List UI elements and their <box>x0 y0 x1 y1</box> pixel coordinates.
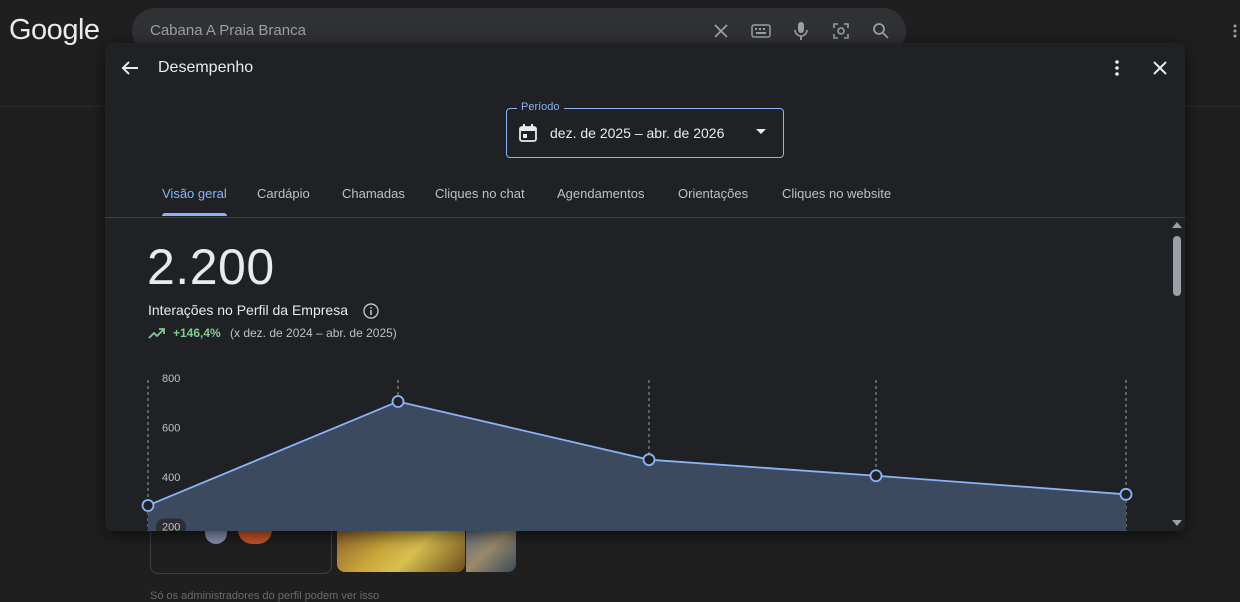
trend-comparison: (x dez. de 2024 – abr. de 2025) <box>230 326 397 340</box>
data-point-4 <box>1119 487 1133 501</box>
dialog-title: Desempenho <box>158 59 254 76</box>
clear-icon[interactable] <box>710 20 732 42</box>
back-button[interactable] <box>119 57 141 79</box>
metric-label: Interações no Perfil da Empresa <box>148 302 348 318</box>
y-tick-label: 800 <box>162 373 180 385</box>
interactions-chart: 800 600 400 200 <box>141 373 1133 532</box>
tab-calls[interactable]: Chamadas <box>342 186 405 201</box>
tab-chat-clicks[interactable]: Cliques no chat <box>435 186 525 201</box>
calendar-icon <box>519 124 537 142</box>
trending-up-icon <box>148 328 165 339</box>
active-tab-indicator <box>162 213 227 216</box>
chart-area <box>148 401 1126 531</box>
close-icon <box>1153 61 1167 75</box>
scrollbar[interactable] <box>1169 218 1185 531</box>
scroll-up-arrow[interactable] <box>1172 222 1182 228</box>
more-options-button[interactable] <box>1106 57 1128 79</box>
arrow-back-icon <box>121 61 138 75</box>
keyboard-icon[interactable] <box>750 20 772 42</box>
tab-bookings[interactable]: Agendamentos <box>557 186 644 201</box>
tab-overview[interactable]: Visão geral <box>162 186 227 201</box>
scrollbar-thumb[interactable] <box>1173 236 1181 296</box>
data-point-0 <box>141 499 155 512</box>
more-vert-icon <box>1115 60 1119 76</box>
data-point-1 <box>391 395 405 408</box>
google-logo[interactable]: Google <box>9 14 100 47</box>
data-point-3 <box>869 469 883 483</box>
trend-change: +146,4% <box>173 326 221 340</box>
tab-menu[interactable]: Cardápio <box>257 186 310 201</box>
period-value: dez. de 2025 – abr. de 2026 <box>550 125 725 141</box>
lens-icon[interactable] <box>830 20 852 42</box>
tab-bar: Visão geral Cardápio Chamadas Cliques no… <box>105 173 1185 218</box>
tab-directions[interactable]: Orientações <box>678 186 748 201</box>
apps-icon[interactable] <box>1232 24 1238 38</box>
tab-website-clicks[interactable]: Cliques no website <box>782 186 891 201</box>
admin-note: Só os administradores do perfil podem ve… <box>150 590 380 602</box>
microphone-icon[interactable] <box>790 20 812 42</box>
period-label: Período <box>517 101 564 113</box>
info-icon[interactable] <box>362 302 380 320</box>
y-tick-label: 600 <box>162 423 180 435</box>
performance-dialog: Desempenho Período dez. de 2025 – abr. d… <box>105 43 1185 531</box>
search-icon[interactable] <box>870 20 892 42</box>
metric-total: 2.200 <box>147 239 275 295</box>
data-point-2 <box>642 453 656 467</box>
scroll-down-arrow[interactable] <box>1172 520 1182 526</box>
period-select[interactable]: Período dez. de 2025 – abr. de 2026 <box>506 101 784 158</box>
close-button[interactable] <box>1149 57 1171 79</box>
chevron-down-icon <box>756 129 766 134</box>
y-tick-label: 400 <box>162 472 180 484</box>
search-input[interactable]: Cabana A Praia Branca <box>150 22 306 39</box>
y-tick-label: 200 <box>162 522 180 532</box>
